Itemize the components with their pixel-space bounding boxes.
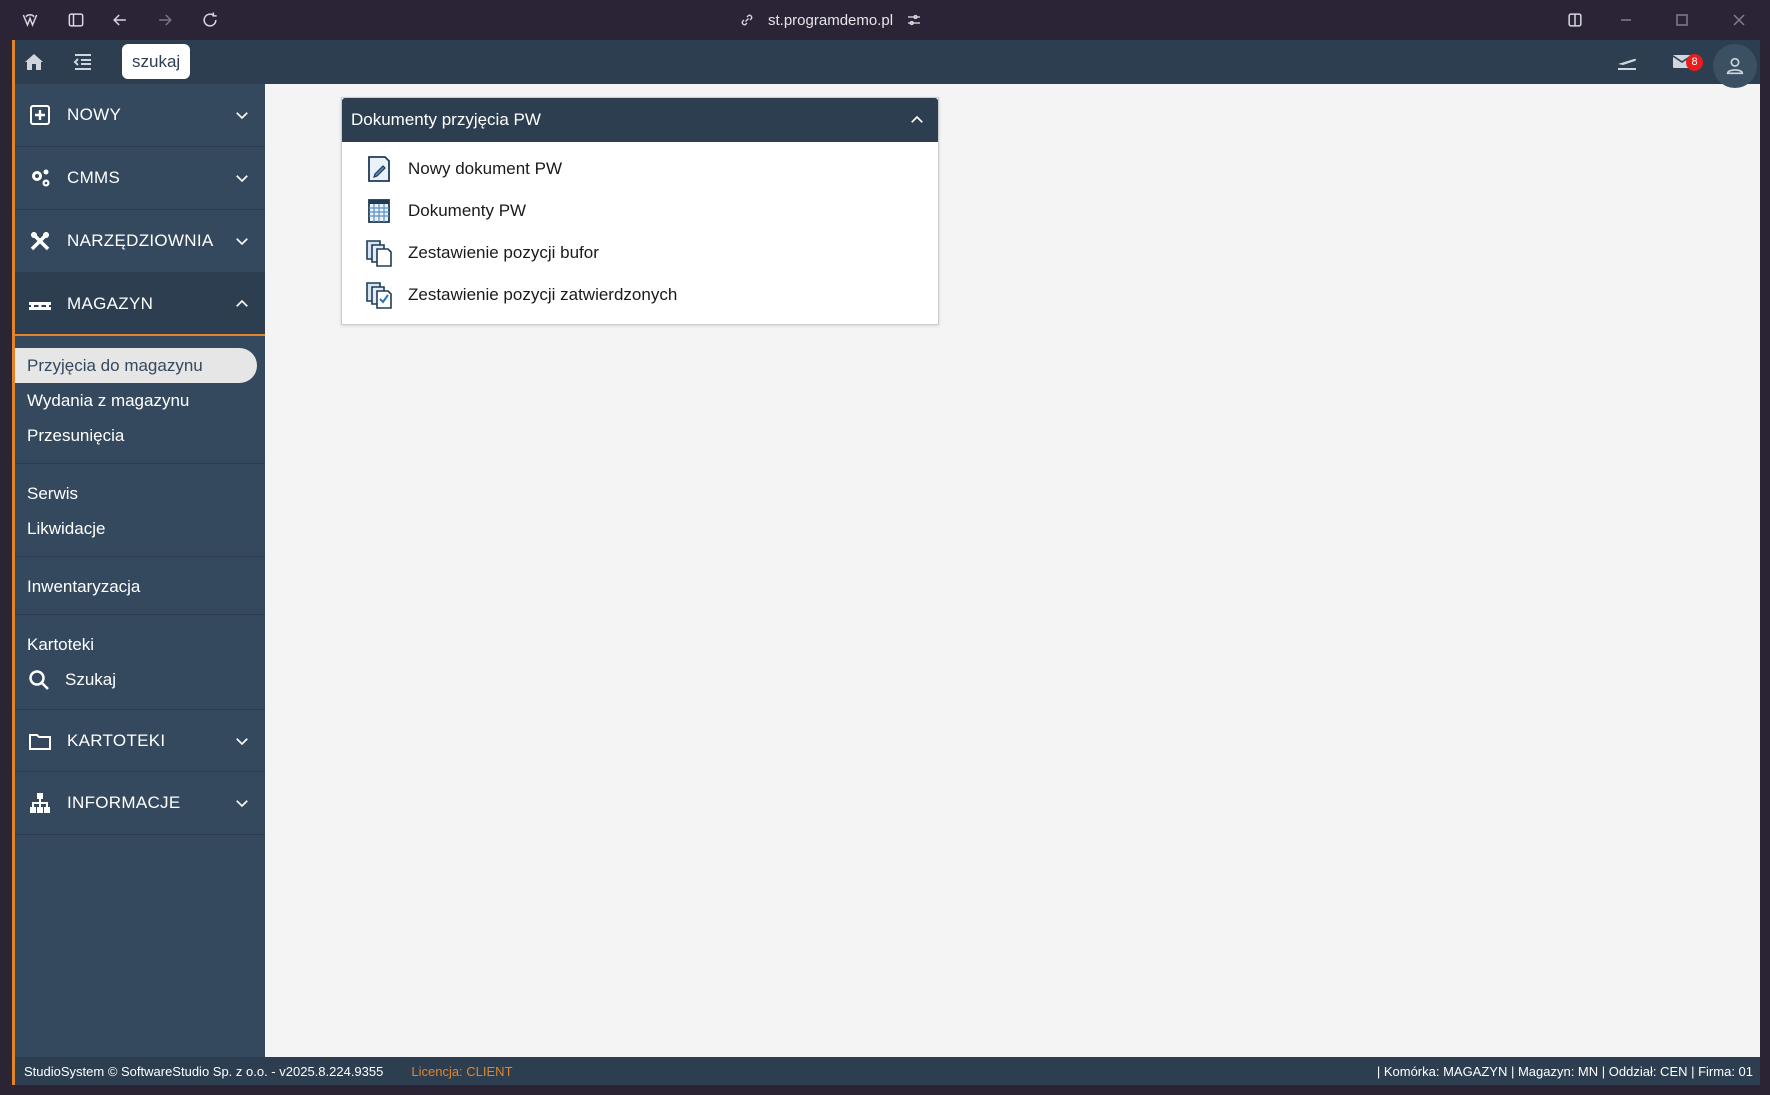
sidebar-item-label: Szukaj xyxy=(65,669,117,689)
app-topbar: szukaj 8 xyxy=(15,40,1760,88)
footer-license: Licencja: CLIENT xyxy=(411,1063,513,1079)
sidebar-section-magazyn[interactable]: MAGAZYN xyxy=(15,273,265,336)
panel-item-label: Dokumenty PW xyxy=(408,201,527,220)
sidebar-section-cmms[interactable]: CMMS xyxy=(15,147,265,210)
panel-body: Nowy dokument PW Dokumenty PW Zestawieni… xyxy=(342,142,938,324)
chevron-down-icon[interactable] xyxy=(233,106,251,124)
documents-panel: Dokumenty przyjęcia PW Nowy dokument PW … xyxy=(341,97,939,325)
url-text[interactable]: st.programdemo.pl xyxy=(768,12,893,29)
panel-item-new-document[interactable]: Nowy dokument PW xyxy=(342,148,938,190)
gears-icon xyxy=(27,165,53,191)
panel-item-approved-summary[interactable]: Zestawienie pozycji zatwierdzonych xyxy=(342,274,938,316)
browser-logo-icon[interactable] xyxy=(18,8,42,32)
panel-item-buffer-summary[interactable]: Zestawienie pozycji bufor xyxy=(342,232,938,274)
section-label: INFORMACJE xyxy=(67,793,181,812)
section-label: NARZĘDZIOWNIA xyxy=(67,231,214,250)
sidebar-item-likwidacje[interactable]: Likwidacje xyxy=(15,511,265,546)
submenu-group-movements: Przyjęcia do magazynu Wydania z magazynu… xyxy=(15,348,265,464)
mail-badge: 8 xyxy=(1686,54,1703,71)
plane-icon[interactable] xyxy=(1612,48,1642,76)
table-document-icon xyxy=(364,196,394,226)
sidebar-item-kartoteki[interactable]: Kartoteki xyxy=(15,627,265,662)
panel-title: Dokumenty przyjęcia PW xyxy=(351,110,541,129)
submenu-group-records: Kartoteki Szukaj xyxy=(15,627,265,709)
panel-item-label: Zestawienie pozycji zatwierdzonych xyxy=(408,285,678,304)
panel-item-label: Zestawienie pozycji bufor xyxy=(408,243,599,262)
sidebar-item-serwis[interactable]: Serwis xyxy=(15,476,265,511)
maximize-icon[interactable] xyxy=(1670,8,1694,32)
sidebar-section-kartoteki[interactable]: KARTOTEKI xyxy=(15,709,265,772)
chevron-down-icon[interactable] xyxy=(233,794,251,812)
app-window: szukaj 8 NOWY CMMS NARZĘDZIOWNIA MAGAZYN… xyxy=(12,40,1760,1085)
tools-icon xyxy=(27,228,53,254)
address-bar[interactable]: st.programdemo.pl xyxy=(738,8,923,32)
sidebar-item-szukaj[interactable]: Szukaj xyxy=(15,662,265,697)
reload-icon[interactable] xyxy=(198,8,222,32)
sidebar-section-nowy[interactable]: NOWY xyxy=(15,84,265,147)
panel-header[interactable]: Dokumenty przyjęcia PW xyxy=(342,98,938,142)
sidebar: NOWY CMMS NARZĘDZIOWNIA MAGAZYN Przyjęci… xyxy=(15,84,265,1057)
section-label: CMMS xyxy=(67,168,121,187)
section-label: MAGAZYN xyxy=(67,293,154,313)
chevron-down-icon[interactable] xyxy=(233,232,251,250)
sidebar-section-informacje[interactable]: INFORMACJE xyxy=(15,772,265,835)
forward-icon[interactable] xyxy=(153,8,177,32)
minimize-icon[interactable] xyxy=(1614,8,1638,32)
panel-item-label: Nowy dokument PW xyxy=(408,159,562,178)
sidebar-item-przyjecia[interactable]: Przyjęcia do magazynu xyxy=(15,348,257,383)
copy-documents-icon xyxy=(364,238,394,268)
chevron-down-icon[interactable] xyxy=(233,732,251,750)
hierarchy-icon xyxy=(27,790,53,816)
site-settings-icon[interactable] xyxy=(905,11,923,29)
sidebar-item-wydania[interactable]: Wydania z magazynu xyxy=(15,383,265,418)
sidebar-toggle-icon[interactable] xyxy=(64,8,88,32)
submenu-group-service: Serwis Likwidacje xyxy=(15,476,265,557)
split-view-icon[interactable] xyxy=(1563,8,1587,32)
magazyn-submenu: Przyjęcia do magazynu Wydania z magazynu… xyxy=(15,336,265,709)
mail-icon[interactable]: 8 xyxy=(1665,48,1703,76)
close-icon[interactable] xyxy=(1727,8,1751,32)
user-icon xyxy=(1726,57,1744,75)
status-footer: StudioSystem © SoftwareStudio Sp. z o.o.… xyxy=(15,1057,1760,1085)
sidebar-item-inwentaryzacja[interactable]: Inwentaryzacja xyxy=(15,569,265,604)
section-label: NOWY xyxy=(67,105,122,124)
menu-collapse-icon[interactable] xyxy=(68,48,98,76)
footer-context: | Komórka: MAGAZYN | Magazyn: MN | Oddzi… xyxy=(1376,1063,1753,1079)
footer-copyright: StudioSystem © SoftwareStudio Sp. z o.o.… xyxy=(24,1063,384,1079)
edit-document-icon xyxy=(364,154,394,184)
sidebar-item-przesuniecia[interactable]: Przesunięcia xyxy=(15,418,265,453)
chevron-up-icon[interactable] xyxy=(908,111,926,129)
folder-icon xyxy=(27,728,53,754)
section-label: KARTOTEKI xyxy=(67,730,166,750)
sidebar-section-narzedziownia[interactable]: NARZĘDZIOWNIA xyxy=(15,210,265,273)
pallet-icon xyxy=(27,291,53,317)
chevron-up-icon[interactable] xyxy=(233,295,251,313)
chevron-down-icon[interactable] xyxy=(233,169,251,187)
search-button[interactable]: szukaj xyxy=(122,44,191,79)
back-icon[interactable] xyxy=(108,8,132,32)
plus-square-icon xyxy=(27,102,53,128)
approved-documents-icon xyxy=(364,280,394,310)
browser-toolbar: st.programdemo.pl xyxy=(0,0,1770,40)
search-icon xyxy=(29,669,49,690)
home-icon[interactable] xyxy=(19,48,49,76)
panel-item-documents-list[interactable]: Dokumenty PW xyxy=(342,190,938,232)
link-icon xyxy=(741,14,753,26)
user-avatar[interactable] xyxy=(1713,44,1757,88)
submenu-group-inventory: Inwentaryzacja xyxy=(15,569,265,615)
